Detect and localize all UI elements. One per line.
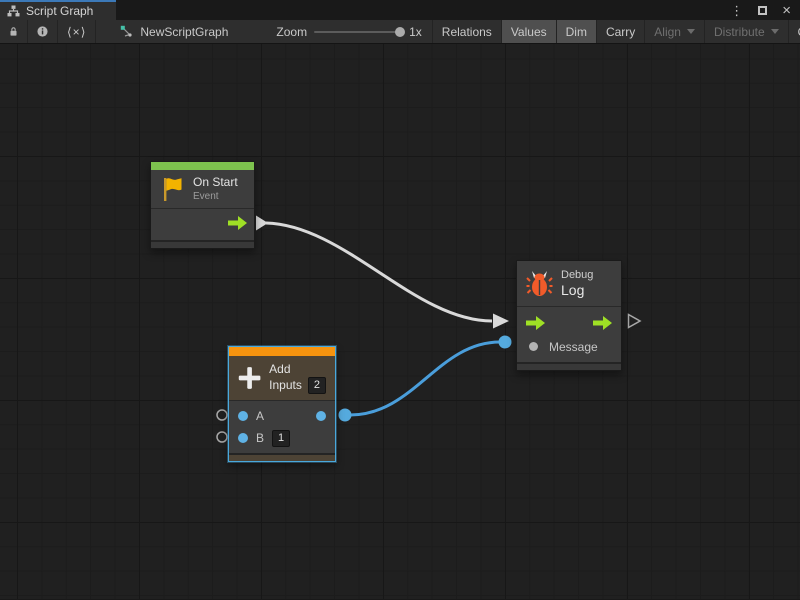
script-graph-asset-icon xyxy=(120,25,133,38)
flag-icon xyxy=(160,176,185,203)
dim-toggle[interactable]: Dim xyxy=(557,20,597,43)
graph-toolbar: ⟨×⟩ NewScriptGraph Zoom 1x Relations Val… xyxy=(0,20,800,44)
zoom-slider[interactable] xyxy=(314,31,402,33)
maximize-icon[interactable] xyxy=(758,6,767,15)
flow-output-port-icon[interactable] xyxy=(593,316,612,330)
zoom-label: Zoom xyxy=(276,25,307,39)
inputs-count-field[interactable]: 2 xyxy=(308,377,326,394)
add-port-b-connector[interactable] xyxy=(217,432,227,442)
code-view-button[interactable]: ⟨×⟩ xyxy=(58,20,96,43)
info-button[interactable] xyxy=(28,20,58,43)
relations-label: Relations xyxy=(442,25,492,39)
carry-toggle[interactable]: Carry xyxy=(597,20,645,43)
align-label: Align xyxy=(654,25,681,39)
node-subtitle: Event xyxy=(193,190,238,203)
overview-button[interactable]: Overview xyxy=(789,20,800,43)
flow-output-port-icon[interactable] xyxy=(228,216,247,230)
value-wire-source-dot[interactable] xyxy=(339,409,352,422)
message-port-label: Message xyxy=(549,340,598,354)
log-flow-output-connector[interactable] xyxy=(629,315,641,328)
graph-asset-label: NewScriptGraph xyxy=(110,20,238,43)
distribute-label: Distribute xyxy=(714,25,765,39)
close-icon[interactable]: × xyxy=(782,3,791,18)
flow-input-port-icon[interactable] xyxy=(526,316,545,330)
zoom-slider-knob[interactable] xyxy=(395,27,405,37)
graph-hierarchy-icon xyxy=(7,5,20,17)
message-input-port[interactable] xyxy=(529,342,538,351)
port-a-input[interactable] xyxy=(238,411,248,421)
graph-name: NewScriptGraph xyxy=(140,25,228,39)
port-a-label: A xyxy=(256,409,264,423)
values-label: Values xyxy=(511,25,547,39)
node-title: Add xyxy=(269,362,326,377)
node-debug-log[interactable]: Debug Log Message xyxy=(516,260,622,371)
window-tab-bar: Script Graph ⋮ × xyxy=(0,0,800,20)
node-footer xyxy=(517,362,621,370)
relations-toggle[interactable]: Relations xyxy=(432,20,502,43)
port-b-label: B xyxy=(256,431,264,445)
distribute-dropdown[interactable]: Distribute xyxy=(705,20,789,43)
node-add[interactable]: Add Inputs 2 A B 1 xyxy=(228,346,336,462)
dim-label: Dim xyxy=(566,25,587,39)
flow-wire-end-arrow[interactable] xyxy=(493,314,509,329)
inputs-label: Inputs xyxy=(269,378,302,393)
tab-bar-spacer xyxy=(116,0,730,20)
node-on-start[interactable]: On Start Event xyxy=(150,161,255,249)
node-footer xyxy=(229,453,335,461)
align-dropdown[interactable]: Align xyxy=(645,20,705,43)
wires-layer xyxy=(0,44,800,599)
zoom-control: Zoom 1x xyxy=(266,20,431,43)
value-wire-add-to-message[interactable] xyxy=(350,342,500,415)
info-icon xyxy=(37,25,48,38)
chevron-down-icon xyxy=(771,29,779,34)
node-title: Log xyxy=(561,282,593,299)
window-menu-icon[interactable]: ⋮ xyxy=(730,4,743,17)
flow-wire-onstart-to-log[interactable] xyxy=(266,223,492,321)
chevron-down-icon xyxy=(687,29,695,34)
carry-label: Carry xyxy=(606,25,635,39)
plus-icon xyxy=(238,362,261,394)
code-view-icon: ⟨×⟩ xyxy=(67,25,86,39)
add-port-a-connector[interactable] xyxy=(217,410,227,420)
node-category: Debug xyxy=(561,268,593,282)
tab-script-graph[interactable]: Script Graph xyxy=(0,0,116,20)
graph-canvas[interactable]: On Start Event xyxy=(0,44,800,599)
port-b-value-field[interactable]: 1 xyxy=(272,430,290,447)
bug-icon xyxy=(526,269,553,298)
node-footer xyxy=(151,240,254,248)
node-title: On Start xyxy=(193,175,238,190)
values-toggle[interactable]: Values xyxy=(502,20,557,43)
selection-color-bar xyxy=(229,347,335,356)
lock-button[interactable] xyxy=(0,20,28,43)
port-b-input[interactable] xyxy=(238,433,248,443)
result-output-port[interactable] xyxy=(316,411,326,421)
value-wire-end-dot[interactable] xyxy=(499,336,512,349)
tab-title: Script Graph xyxy=(26,4,93,18)
event-color-bar xyxy=(151,162,254,170)
lock-icon xyxy=(9,25,18,38)
zoom-value: 1x xyxy=(409,25,422,39)
